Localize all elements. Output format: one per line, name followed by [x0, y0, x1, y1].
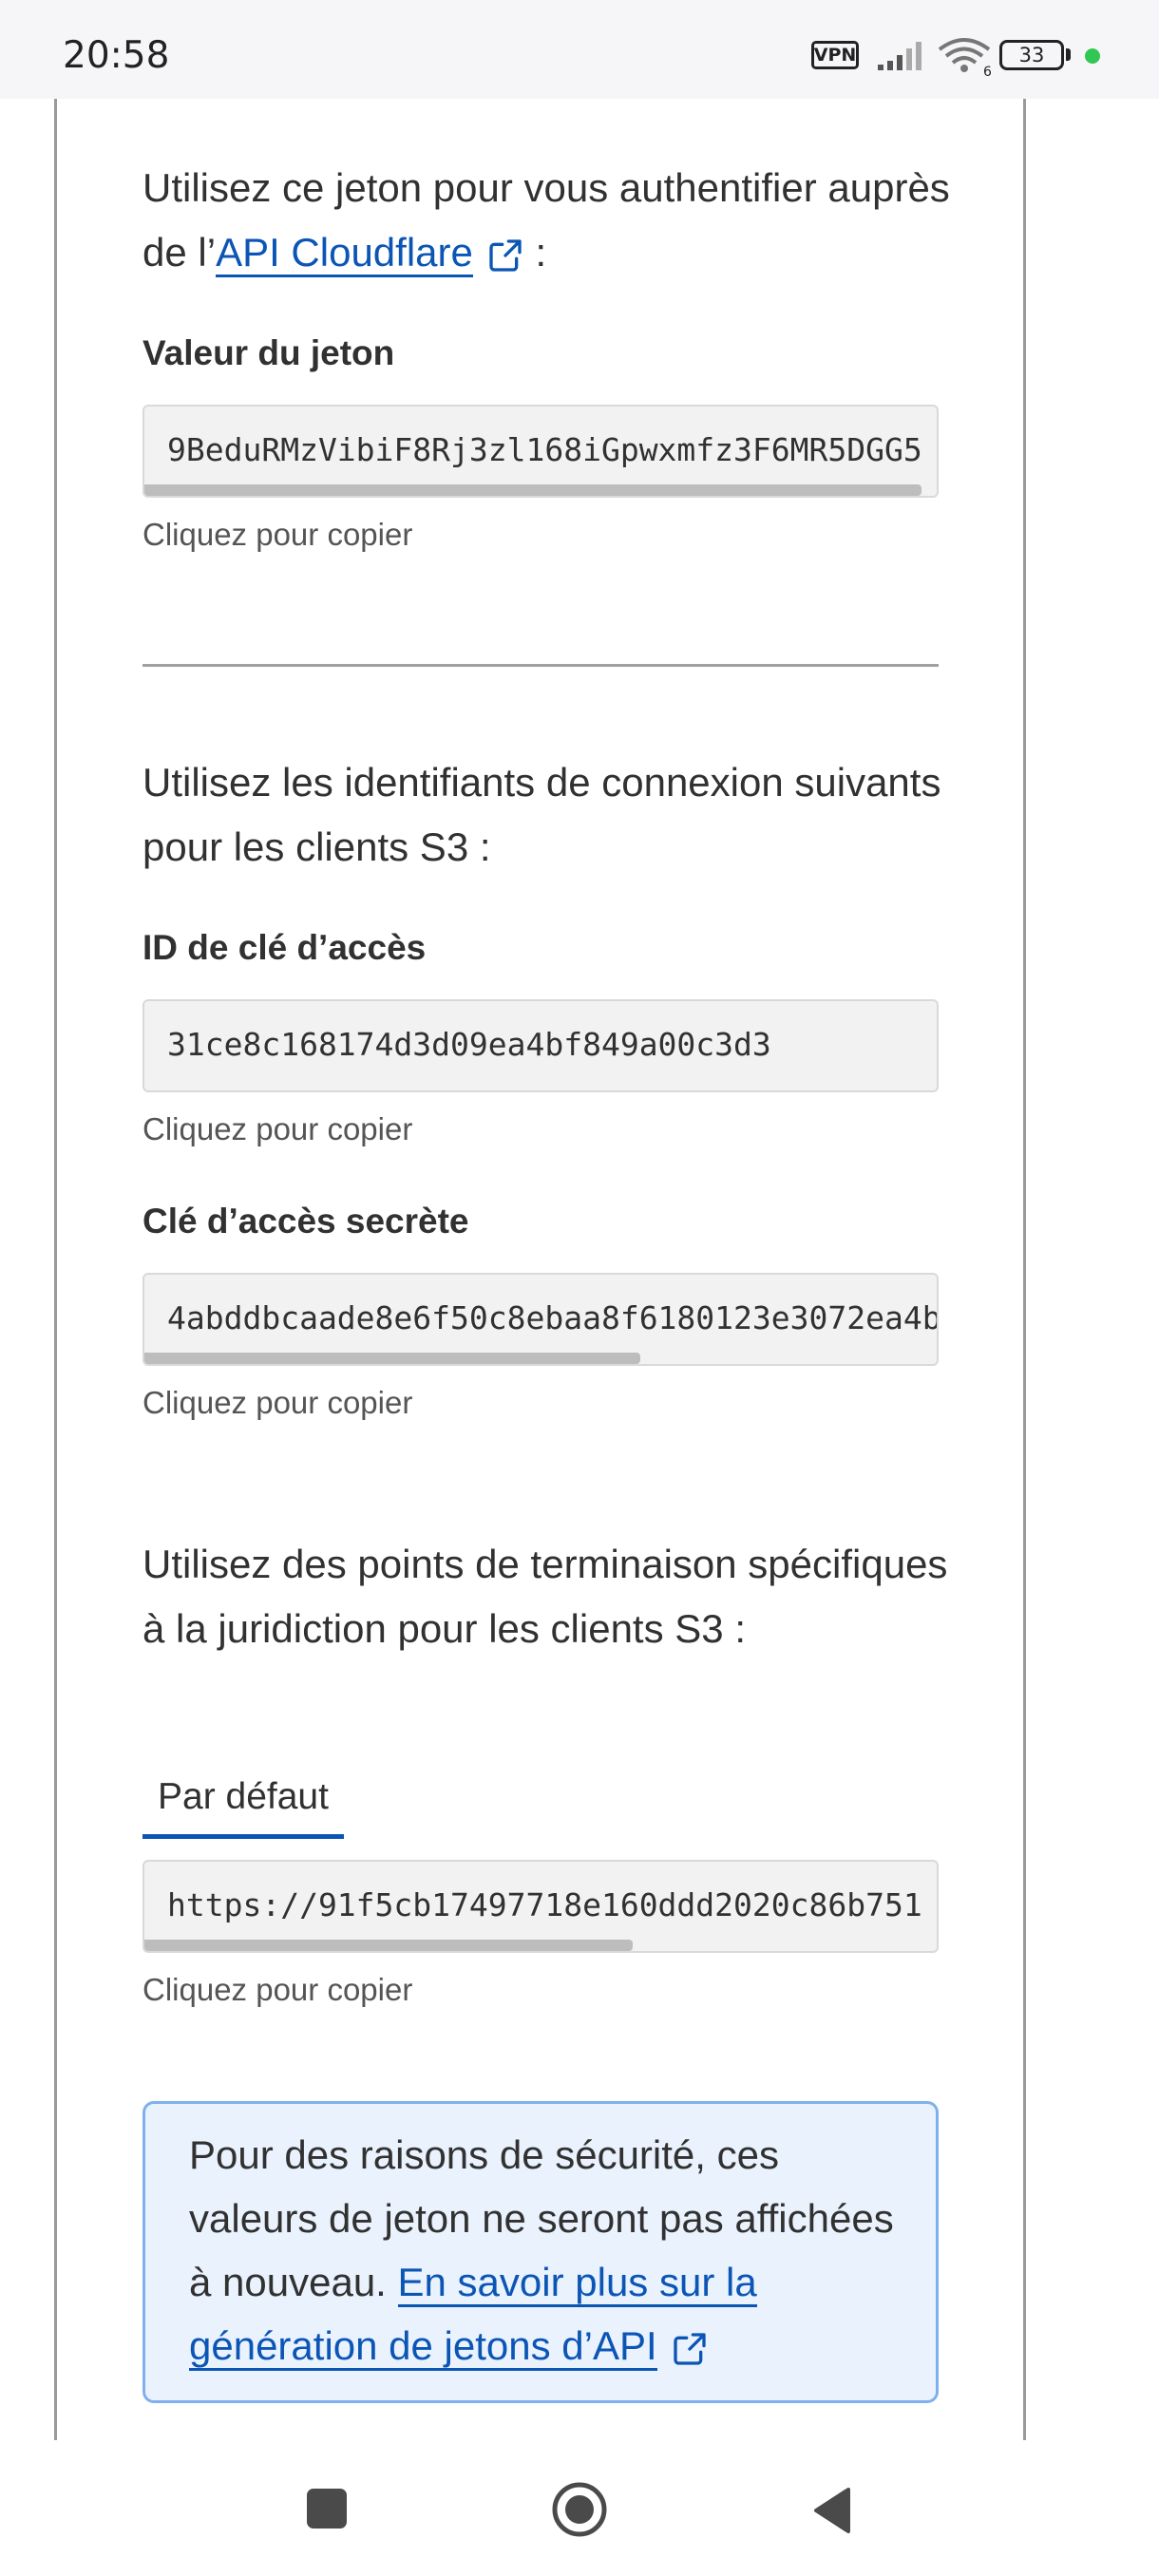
battery-icon: 33: [999, 40, 1064, 70]
token-value: 9BeduRMzVibiF8Rj3zl168iGpwxmfz3F6MR5DGG5: [167, 431, 922, 468]
token-scrollbar[interactable]: [144, 484, 922, 496]
recent-apps-icon[interactable]: [307, 2489, 347, 2529]
s3-intro-text: Utilisez les identifiants de connexion s…: [142, 760, 941, 869]
secret-key-label: Clé d’accès secrète: [142, 1202, 469, 1241]
security-notice-text: Pour des raisons de sécurité, ces valeur…: [189, 2123, 911, 2377]
endpoint-scrollbar[interactable]: [144, 1940, 633, 1951]
access-key-value: 31ce8c168174d3d09ea4bf849a00c3d3: [167, 1026, 771, 1063]
token-copy-hint[interactable]: Cliquez pour copier: [142, 517, 412, 553]
battery-level: 33: [1018, 44, 1045, 66]
endpoint-copy-hint[interactable]: Cliquez pour copier: [142, 1972, 412, 2008]
back-icon[interactable]: [810, 2486, 852, 2535]
home-icon[interactable]: [551, 2481, 608, 2538]
wifi-badge: 6: [983, 65, 992, 76]
battery-nub: [1066, 48, 1071, 61]
endpoint-field[interactable]: https://91f5cb17497718e160ddd2020c86b751: [142, 1860, 939, 1953]
signal-icon: [878, 42, 922, 70]
status-dot-icon: [1085, 48, 1100, 64]
section-divider: [142, 664, 939, 667]
endpoint-value: https://91f5cb17497718e160ddd2020c86b751: [167, 1886, 922, 1923]
access-key-label: ID de clé d’accès: [142, 928, 427, 967]
token-label: Valeur du jeton: [142, 333, 395, 372]
secret-key-scrollbar[interactable]: [144, 1353, 640, 1364]
secret-key-value: 4abddbcaade8e6f50c8ebaa8f6180123e3072ea4…: [167, 1299, 939, 1336]
status-bar: 20:58 VPN 6 33: [0, 0, 1159, 99]
tab-default[interactable]: Par défaut: [142, 1772, 344, 1839]
external-link-icon[interactable]: [671, 2330, 709, 2368]
endpoints-intro-text: Utilisez des points de terminaison spéci…: [142, 1542, 948, 1651]
content-frame-right-border: [1023, 99, 1026, 2440]
vpn-badge: VPN: [811, 41, 859, 69]
secret-key-copy-hint[interactable]: Cliquez pour copier: [142, 1385, 412, 1421]
access-key-copy-hint[interactable]: Cliquez pour copier: [142, 1111, 412, 1147]
api-intro-text: Utilisez ce jeton pour vous authentifier…: [142, 156, 960, 285]
status-time: 20:58: [63, 34, 170, 77]
security-notice: Pour des raisons de sécurité, ces valeur…: [142, 2101, 939, 2403]
wifi-icon: 6: [938, 38, 992, 76]
content-frame-left-border: [54, 99, 57, 2440]
secret-key-field[interactable]: 4abddbcaade8e6f50c8ebaa8f6180123e3072ea4…: [142, 1273, 939, 1366]
api-cloudflare-link[interactable]: API Cloudflare: [216, 230, 473, 277]
token-value-field[interactable]: 9BeduRMzVibiF8Rj3zl168iGpwxmfz3F6MR5DGG5: [142, 405, 939, 498]
access-key-field[interactable]: 31ce8c168174d3d09ea4bf849a00c3d3: [142, 999, 939, 1092]
external-link-icon[interactable]: [486, 237, 524, 275]
